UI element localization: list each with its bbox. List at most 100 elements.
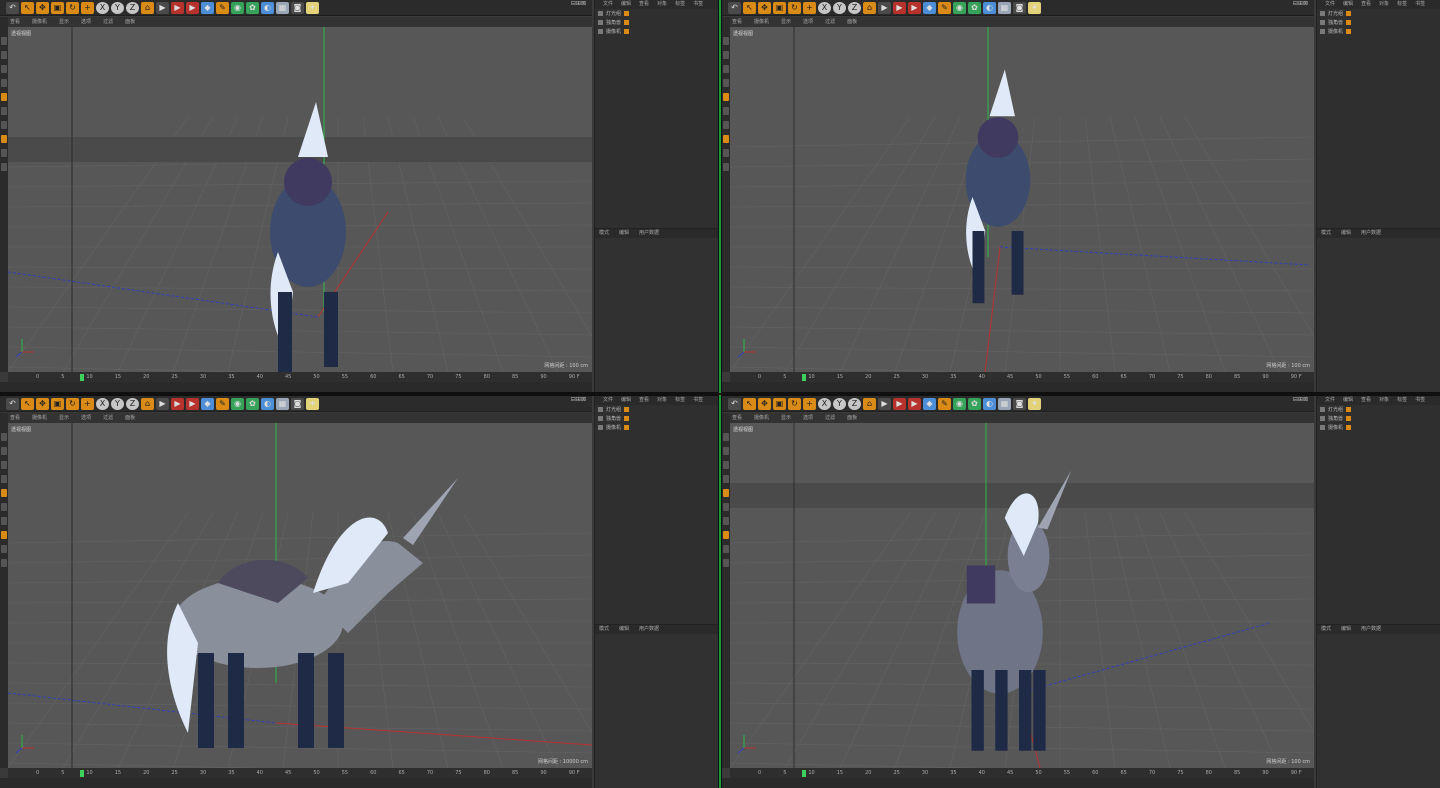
menu-item-view[interactable]: 查看	[732, 17, 742, 27]
menu-item-view[interactable]: 查看	[732, 413, 742, 423]
subdivide-icon[interactable]: ◉	[953, 1, 966, 14]
tool-icon[interactable]	[1, 489, 7, 497]
tab-attr-edit[interactable]: 编辑	[619, 229, 629, 238]
camera-icon[interactable]: ◙	[291, 397, 304, 410]
tool-icon[interactable]	[1, 121, 7, 129]
tool-icon[interactable]	[723, 447, 729, 455]
tab-view[interactable]: 查看	[1361, 0, 1371, 9]
tab-attr-edit[interactable]: 编辑	[1341, 625, 1351, 634]
deform-icon[interactable]: ◐	[261, 1, 274, 14]
y-axis-icon[interactable]: Y	[111, 397, 124, 410]
menu-item-display[interactable]: 显示	[781, 17, 791, 27]
tool-icon[interactable]	[723, 79, 729, 87]
tool-icon[interactable]	[1, 503, 7, 511]
tool-icon[interactable]	[1, 107, 7, 115]
tab-bookmark[interactable]: 书签	[1415, 0, 1425, 9]
menu-item-panel[interactable]: 面板	[125, 413, 135, 423]
tool-icon[interactable]	[1, 517, 7, 525]
mograph-icon[interactable]: ✿	[246, 397, 259, 410]
tab-attr-edit[interactable]: 编辑	[1341, 229, 1351, 238]
menu-item-display[interactable]: 显示	[781, 413, 791, 423]
tab-view[interactable]: 查看	[639, 0, 649, 9]
select-icon[interactable]: ↖	[21, 1, 34, 14]
z-axis-icon[interactable]: Z	[126, 397, 139, 410]
tool-icon[interactable]	[723, 93, 729, 101]
rotate-icon[interactable]: ↻	[66, 1, 79, 14]
cube-icon[interactable]: ◆	[201, 397, 214, 410]
tool-icon[interactable]	[723, 517, 729, 525]
move-icon[interactable]: ✥	[36, 397, 49, 410]
menu-item-display[interactable]: 显示	[59, 17, 69, 27]
camera-icon[interactable]: ◙	[291, 1, 304, 14]
menu-item-panel[interactable]: 面板	[847, 413, 857, 423]
timeline-ruler[interactable]: 0 5 10 15 20 25 30 35 40 45 50 55 60 65 70 75 80 85 90 90 F	[730, 372, 1314, 382]
frame-field[interactable]: 90 F	[1291, 372, 1302, 382]
tab-mode[interactable]: 模式	[599, 229, 609, 238]
x-axis-icon[interactable]: X	[818, 1, 831, 14]
menu-item-display[interactable]: 显示	[59, 413, 69, 423]
tab-edit[interactable]: 编辑	[1343, 396, 1353, 405]
x-axis-icon[interactable]: X	[96, 397, 109, 410]
object-row[interactable]: 灯光组	[1317, 9, 1440, 18]
tool-icon[interactable]	[1, 559, 7, 567]
deform-icon[interactable]: ◐	[261, 397, 274, 410]
tool-icon[interactable]	[723, 149, 729, 157]
tab-mode[interactable]: 模式	[1321, 229, 1331, 238]
object-row[interactable]: 独角兽	[1317, 414, 1440, 423]
tab-mode[interactable]: 模式	[599, 625, 609, 634]
frame-field[interactable]: 90 F	[1291, 768, 1302, 778]
viewport-window-controls[interactable]: ⊟⊞⊠	[1293, 396, 1308, 403]
tool-icon[interactable]	[1, 545, 7, 553]
cube-icon[interactable]: ◆	[923, 1, 936, 14]
object-row[interactable]: 摄像机	[595, 423, 718, 432]
move-icon[interactable]: ✥	[36, 1, 49, 14]
cube-icon[interactable]: ◆	[923, 397, 936, 410]
light-icon[interactable]: ✦	[306, 397, 319, 410]
timeline-ruler[interactable]: 0 5 10 15 20 25 30 35 40 45 50 55 60 65 70 75 80 85 90 90 F	[730, 768, 1314, 778]
tab-object[interactable]: 对象	[1379, 396, 1389, 405]
pen-icon[interactable]: ✎	[216, 1, 229, 14]
select-icon[interactable]: ↖	[743, 397, 756, 410]
tab-mode[interactable]: 模式	[1321, 625, 1331, 634]
undo-icon[interactable]: ↶	[728, 397, 741, 410]
menu-item-options[interactable]: 选项	[803, 17, 813, 27]
tool-icon[interactable]	[723, 51, 729, 59]
tab-object[interactable]: 对象	[657, 0, 667, 9]
object-row[interactable]: 摄像机	[595, 27, 718, 36]
coords-icon[interactable]: ⌂	[141, 1, 154, 14]
tab-user-data[interactable]: 用户数据	[639, 625, 659, 634]
object-row[interactable]: 灯光组	[1317, 405, 1440, 414]
y-axis-icon[interactable]: Y	[833, 1, 846, 14]
tool-icon[interactable]	[723, 135, 729, 143]
tool-icon[interactable]	[723, 107, 729, 115]
menu-item-view[interactable]: 查看	[10, 413, 20, 423]
tab-object[interactable]: 对象	[657, 396, 667, 405]
perspective-viewport[interactable]: 透视视图 网格间距 : 100 cm	[8, 27, 592, 372]
light-icon[interactable]: ✦	[306, 1, 319, 14]
tool-icon[interactable]	[723, 475, 729, 483]
frame-field[interactable]: 90 F	[569, 768, 580, 778]
viewport-window-controls[interactable]: ⊟⊞⊠	[571, 396, 586, 403]
tool-icon[interactable]	[1, 475, 7, 483]
tab-file[interactable]: 文件	[1325, 0, 1335, 9]
menu-item-view[interactable]: 查看	[10, 17, 20, 27]
tab-view[interactable]: 查看	[1361, 396, 1371, 405]
tool-icon[interactable]	[723, 65, 729, 73]
tool-icon[interactable]	[723, 545, 729, 553]
subdivide-icon[interactable]: ◉	[231, 397, 244, 410]
timeline-playhead[interactable]	[80, 374, 84, 381]
menu-item-camera[interactable]: 摄像机	[754, 17, 769, 27]
coords-icon[interactable]: ⌂	[141, 397, 154, 410]
menu-item-options[interactable]: 选项	[803, 413, 813, 423]
tool-icon[interactable]	[1, 65, 7, 73]
light-icon[interactable]: ✦	[1028, 1, 1041, 14]
menu-item-panel[interactable]: 面板	[125, 17, 135, 27]
scene-icon[interactable]: ▦	[998, 1, 1011, 14]
scene-icon[interactable]: ▦	[998, 397, 1011, 410]
pen-icon[interactable]: ✎	[938, 397, 951, 410]
tool-icon[interactable]	[1, 163, 7, 171]
move-icon[interactable]: ✥	[758, 1, 771, 14]
perspective-viewport[interactable]: 透视视图 网格间距 : 100 cm	[730, 27, 1314, 372]
tool-icon[interactable]	[1, 447, 7, 455]
x-axis-icon[interactable]: X	[818, 397, 831, 410]
